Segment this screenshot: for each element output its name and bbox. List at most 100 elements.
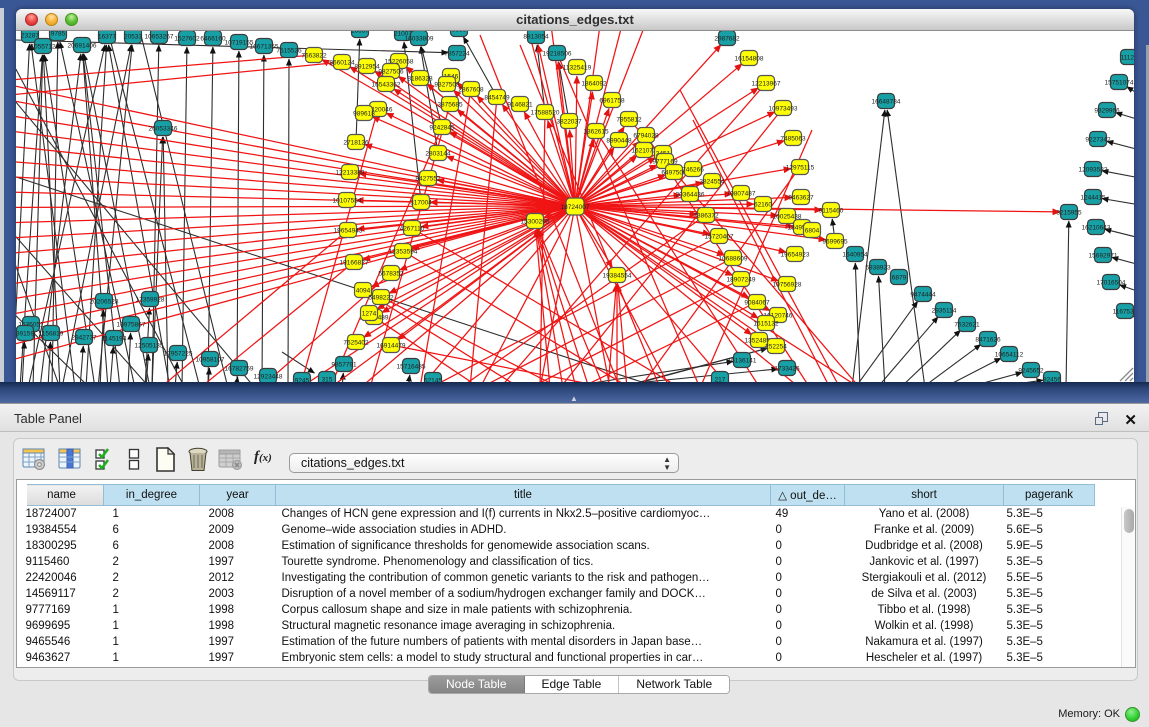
svg-text:20533: 20533 — [124, 34, 142, 41]
svg-text:9827506: 9827506 — [378, 69, 404, 76]
svg-text:10807487: 10807487 — [727, 191, 756, 198]
svg-text:9146821: 9146821 — [507, 102, 533, 109]
svg-text:16377: 16377 — [98, 34, 116, 41]
svg-text:317004: 317004 — [410, 200, 432, 207]
svg-text:8454749: 8454749 — [484, 95, 510, 102]
svg-text:10756928: 10756928 — [773, 282, 802, 289]
svg-text:11127: 11127 — [1120, 55, 1134, 62]
svg-text:1362615: 1362615 — [583, 129, 609, 136]
svg-text:1615132: 1615132 — [753, 321, 779, 328]
svg-text:19384554: 19384554 — [603, 273, 632, 280]
svg-text:7625402: 7625402 — [343, 340, 369, 347]
svg-text:8912954: 8912954 — [354, 64, 380, 71]
svg-text:20691406: 20691406 — [68, 43, 97, 50]
svg-text:9474444: 9474444 — [910, 292, 936, 299]
svg-text:746266: 746266 — [682, 167, 704, 174]
svg-text:9084067: 9084067 — [744, 300, 770, 307]
svg-text:9245652: 9245652 — [1018, 368, 1044, 375]
svg-text:17957225: 17957225 — [164, 351, 193, 358]
svg-text:19654943: 19654943 — [334, 228, 363, 235]
svg-text:15720407: 15720407 — [705, 234, 734, 241]
svg-text:16543362: 16543362 — [372, 82, 401, 89]
svg-text:4055712: 4055712 — [30, 44, 56, 51]
svg-text:2987682: 2987682 — [714, 36, 740, 43]
svg-text:17359928: 17359928 — [136, 297, 165, 304]
svg-text:16210643: 16210643 — [1082, 225, 1111, 232]
svg-text:10107554: 10107554 — [333, 198, 362, 205]
svg-text:12093582: 12093582 — [1079, 167, 1108, 174]
svg-text:4267110: 4267110 — [400, 226, 425, 233]
svg-text:5938923: 5938923 — [865, 265, 891, 272]
svg-text:2867608: 2867608 — [458, 87, 484, 94]
svg-text:9329966: 9329966 — [1094, 108, 1120, 115]
svg-text:3822037: 3822037 — [556, 119, 582, 126]
svg-text:7955812: 7955812 — [616, 117, 642, 124]
svg-text:1640954: 1640954 — [842, 252, 868, 259]
svg-text:1156819: 1156819 — [39, 331, 64, 338]
svg-text:8990448: 8990448 — [606, 138, 632, 145]
svg-text:1244415: 1244415 — [1080, 195, 1106, 202]
svg-text:8186328: 8186328 — [407, 76, 433, 83]
svg-text:1527602: 1527602 — [174, 36, 200, 43]
svg-text:10653267: 10653267 — [145, 34, 174, 41]
svg-text:1167533: 1167533 — [1113, 309, 1134, 316]
svg-text:15751074: 15751074 — [1105, 80, 1134, 87]
svg-text:16136141: 16136141 — [728, 358, 757, 365]
svg-text:2718126: 2718126 — [343, 140, 369, 147]
svg-text:6961758: 6961758 — [599, 98, 625, 105]
svg-text:8660124: 8660124 — [329, 60, 355, 67]
svg-text:9785: 9785 — [51, 31, 66, 38]
svg-text:5498222: 5498222 — [368, 295, 394, 302]
svg-text:12213967: 12213967 — [752, 81, 781, 88]
svg-text:9699695: 9699695 — [822, 239, 848, 246]
svg-text:6879: 6879 — [892, 275, 907, 282]
svg-text:10973493: 10973493 — [769, 106, 798, 113]
svg-text:2803144: 2803144 — [425, 151, 451, 158]
svg-text:11325419: 11325419 — [563, 65, 592, 72]
svg-text:3215955: 3215955 — [1056, 210, 1082, 217]
svg-text:16637: 16637 — [351, 31, 369, 35]
svg-text:12213389: 12213389 — [336, 170, 365, 177]
svg-text:1733426: 1733426 — [774, 366, 800, 373]
svg-text:8813054: 8813054 — [523, 34, 549, 41]
svg-text:9115460: 9115460 — [819, 208, 844, 215]
svg-text:10975867: 10975867 — [117, 322, 146, 329]
svg-text:15692971: 15692971 — [1089, 253, 1118, 260]
svg-text:7485063: 7485063 — [780, 136, 806, 143]
svg-text:10958107: 10958107 — [196, 357, 225, 364]
svg-text:12923448: 12923448 — [254, 374, 283, 381]
svg-text:15300295: 15300295 — [521, 219, 550, 226]
svg-text:7663822: 7663822 — [301, 53, 327, 60]
svg-text:1621072: 1621072 — [631, 148, 657, 155]
svg-text:9242845: 9242845 — [429, 125, 455, 132]
svg-text:989618: 989618 — [353, 111, 375, 118]
svg-text:12975115: 12975115 — [786, 165, 815, 172]
svg-text:18907249: 18907249 — [727, 277, 756, 284]
svg-text:7632621: 7632621 — [954, 322, 980, 329]
svg-text:252254: 252254 — [765, 344, 787, 351]
svg-text:2935114: 2935114 — [932, 308, 957, 315]
svg-text:20364436: 20364436 — [676, 192, 705, 199]
svg-text:1864092: 1864092 — [581, 81, 607, 88]
svg-text:10654112: 10654112 — [995, 352, 1024, 359]
svg-text:6466160: 6466160 — [200, 36, 226, 43]
svg-text:6794028: 6794028 — [633, 133, 659, 140]
svg-text:10688609: 10688609 — [719, 256, 748, 263]
svg-text:19218506: 19218506 — [543, 51, 572, 58]
svg-text:7857224: 7857224 — [444, 51, 470, 58]
svg-text:8533: 8533 — [452, 31, 467, 34]
svg-text:16782759: 16782759 — [225, 366, 254, 373]
svg-text:12353594: 12353594 — [389, 249, 418, 256]
svg-text:15716485: 15716485 — [397, 364, 426, 371]
svg-text:7515526: 7515526 — [276, 48, 302, 55]
svg-text:9227342: 9227342 — [1085, 137, 1111, 144]
svg-text:9857791: 9857791 — [331, 362, 357, 369]
svg-text:2942737: 2942737 — [71, 335, 97, 342]
svg-text:1274: 1274 — [362, 311, 377, 318]
svg-text:7386372: 7386372 — [693, 213, 719, 220]
svg-text:12505135: 12505135 — [135, 343, 164, 350]
svg-text:3875685: 3875685 — [437, 102, 463, 109]
svg-text:16648784: 16648784 — [872, 99, 901, 106]
svg-text:8471626: 8471626 — [975, 337, 1001, 344]
svg-text:4094: 4094 — [356, 288, 371, 295]
